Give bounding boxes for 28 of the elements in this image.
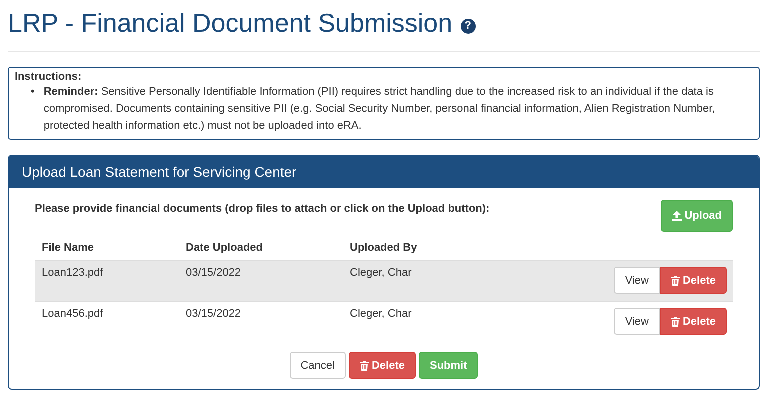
panel-title: Upload Loan Statement for Servicing Center <box>9 156 759 188</box>
table-cell: Cleger, Char <box>343 260 497 302</box>
column-header: File Name <box>35 236 179 260</box>
upload-button[interactable]: Upload <box>660 200 733 232</box>
page-title: LRP - Financial Document Submission <box>8 8 453 38</box>
column-header: Uploaded By <box>343 236 497 260</box>
view-button[interactable]: View <box>614 267 660 294</box>
column-header: Date Uploaded <box>179 236 343 260</box>
trash-icon <box>360 360 369 370</box>
bullet: • <box>31 85 35 100</box>
table-cell: 03/15/2022 <box>179 302 343 342</box>
instructions-heading: Instructions: <box>15 70 83 84</box>
cancel-button[interactable]: Cancel <box>290 352 346 379</box>
help-icon[interactable]: ? <box>460 18 476 34</box>
delete-button[interactable]: Delete <box>348 352 416 379</box>
table-cell: Loan123.pdf <box>35 260 179 302</box>
instruction-text: Reminder: Sensitive Personally Identifiable Information (PII) requires strict handling due to the increased risk to an individual if the data is compromised. Documents containing sensitive PII (e.g. Social Security Number, personal financial information, Alien Registration Number, protected health information etc.) must not be uploaded into eRA. <box>44 85 716 134</box>
trash-icon <box>670 316 680 326</box>
table-cell: Cleger, Char <box>343 302 497 342</box>
upload-icon <box>672 211 682 221</box>
trash-icon <box>670 276 680 286</box>
delete-button[interactable]: Delete <box>660 267 727 294</box>
view-button[interactable]: View <box>614 308 660 335</box>
upload-prompt: Please provide financial documents (drop files to attach or click on the Upload button): <box>35 202 490 215</box>
submit-button[interactable]: Submit <box>419 352 478 379</box>
delete-button[interactable]: Delete <box>660 308 727 335</box>
table-cell: 03/15/2022 <box>179 260 343 302</box>
table-cell: Loan456.pdf <box>35 302 179 342</box>
